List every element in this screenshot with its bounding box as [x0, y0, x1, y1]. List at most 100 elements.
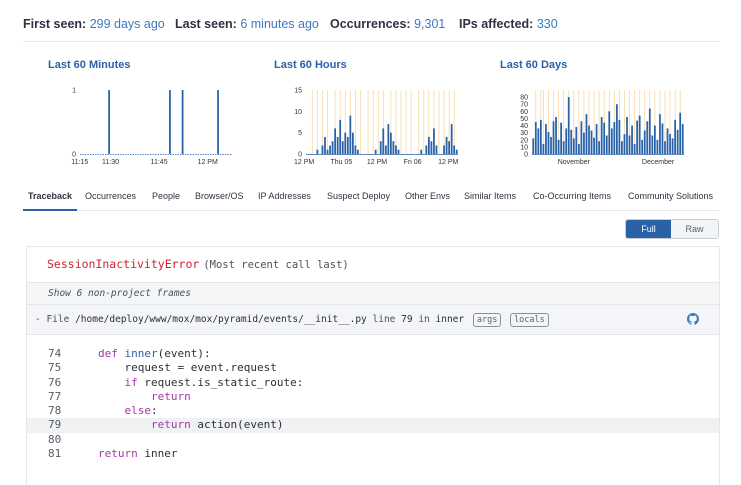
- bar: [593, 137, 595, 154]
- chart-title-hours: Last 60 Hours: [274, 59, 347, 71]
- full-button[interactable]: Full: [626, 220, 671, 238]
- tab-ip-addresses[interactable]: IP Addresses: [258, 183, 311, 211]
- bar: [613, 122, 616, 154]
- x-tick-label: 11:30: [102, 159, 119, 166]
- bar: [669, 134, 671, 154]
- tab-co-occurring-items[interactable]: Co-Occurring Items: [533, 183, 611, 211]
- occurrences-value[interactable]: 9,301: [414, 17, 445, 31]
- bar: [626, 117, 628, 154]
- line-number: 76: [48, 375, 62, 389]
- bar: [384, 145, 387, 154]
- bar: [339, 119, 342, 154]
- first-seen: First seen: 299 days ago: [23, 17, 165, 31]
- bar: [550, 136, 552, 154]
- source-text: else:: [98, 404, 158, 418]
- locals-button[interactable]: locals: [510, 313, 549, 327]
- y-tick-label: 30: [520, 130, 528, 137]
- bar: [653, 125, 656, 154]
- bar: [445, 136, 448, 154]
- last-seen-value[interactable]: 6 minutes ago: [240, 17, 319, 31]
- x-tick-label: 12 PM: [294, 159, 314, 166]
- y-tick-label: 5: [298, 130, 302, 137]
- bar: [534, 122, 537, 154]
- bar: [344, 132, 347, 154]
- last-seen: Last seen: 6 minutes ago: [175, 17, 319, 31]
- bar: [374, 149, 377, 154]
- bar: [618, 119, 621, 154]
- line-number: 77: [48, 389, 62, 403]
- first-seen-value[interactable]: 299 days ago: [90, 17, 165, 31]
- frame-collapse-toggle[interactable]: - File: [35, 314, 69, 325]
- code-token: action(event): [190, 418, 284, 432]
- y-tick-label: 10: [294, 109, 302, 116]
- bar: [354, 145, 357, 154]
- ips-affected-label: IPs affected:: [459, 17, 534, 31]
- bar: [379, 141, 382, 154]
- bar: [316, 149, 319, 154]
- bar: [595, 124, 598, 154]
- bar: [666, 128, 669, 154]
- chart-last-60-days[interactable]: 80706050403020100 November December: [512, 82, 692, 172]
- code-line: 80: [27, 433, 719, 447]
- tab-community-solutions[interactable]: Community Solutions: [628, 183, 713, 211]
- bar: [661, 123, 664, 154]
- bar: [346, 136, 349, 154]
- show-non-project-frames[interactable]: Show 6 non-project frames: [27, 282, 719, 305]
- code-keyword: if: [124, 375, 138, 389]
- chart-last-60-hours[interactable]: 15105012 PM Thu 05 12 PM Fri 06 12 PM: [286, 82, 466, 172]
- last-seen-label: Last seen:: [175, 17, 237, 31]
- bar: [382, 128, 385, 154]
- source-text: return inner: [98, 447, 178, 461]
- tab-occurrences[interactable]: Occurrences: [85, 183, 136, 211]
- bar: [537, 128, 540, 154]
- tab-other-envs[interactable]: Other Envs: [405, 183, 450, 211]
- bar: [659, 114, 661, 154]
- bar: [443, 145, 445, 154]
- bar: [532, 138, 535, 154]
- tab-browser-os[interactable]: Browser/OS: [195, 183, 244, 211]
- x-tick-label: November: [558, 159, 591, 166]
- ips-affected-value[interactable]: 330: [537, 17, 558, 31]
- tab-people[interactable]: People: [152, 183, 180, 211]
- github-icon[interactable]: [687, 313, 699, 325]
- error-heading: SessionInactivityError (Most recent call …: [47, 257, 349, 271]
- code-token: request = event.request: [124, 361, 277, 375]
- bar: [567, 97, 570, 154]
- bar: [455, 149, 458, 154]
- bar: [636, 120, 639, 154]
- bar: [453, 145, 456, 154]
- tab-traceback[interactable]: Traceback: [23, 183, 78, 211]
- first-seen-label: First seen:: [23, 17, 87, 31]
- error-name: SessionInactivityError: [47, 257, 200, 271]
- source-text: def inner(event):: [98, 347, 211, 361]
- bar: [181, 90, 184, 154]
- line-number: 81: [48, 447, 62, 461]
- line-number: 78: [48, 404, 62, 418]
- traceback-panel: SessionInactivityError (Most recent call …: [26, 246, 720, 485]
- source-text: request = event.request: [98, 361, 277, 375]
- bar: [638, 115, 641, 154]
- raw-button[interactable]: Raw: [671, 220, 718, 238]
- item-tabs: Traceback Occurrences People Browser/OS …: [23, 183, 719, 211]
- bar: [583, 132, 585, 154]
- bar: [664, 141, 666, 154]
- code-line: 78 else:: [27, 404, 719, 418]
- code-line: 75 request = event.request: [27, 361, 719, 375]
- code-keyword: else: [124, 404, 152, 418]
- y-tick-label: 40: [520, 123, 528, 130]
- chart-last-60-minutes[interactable]: 1 011:15 11:30 11:45 12 PM: [60, 82, 240, 172]
- args-button[interactable]: args: [472, 313, 502, 327]
- y-tick-label: 15: [294, 88, 302, 95]
- tab-suspect-deploy[interactable]: Suspect Deploy: [327, 183, 390, 211]
- y-tick-label: 1: [72, 88, 76, 95]
- bar: [547, 131, 550, 154]
- bar: [590, 130, 593, 154]
- occurrences-stat: Occurrences: 9,301: [330, 17, 445, 31]
- code-keyword: def: [98, 347, 118, 360]
- bar: [329, 145, 331, 154]
- bar: [588, 125, 590, 154]
- tab-similar-items[interactable]: Similar Items: [464, 183, 516, 211]
- bar: [539, 119, 542, 154]
- bar: [349, 115, 352, 154]
- bar: [341, 141, 344, 154]
